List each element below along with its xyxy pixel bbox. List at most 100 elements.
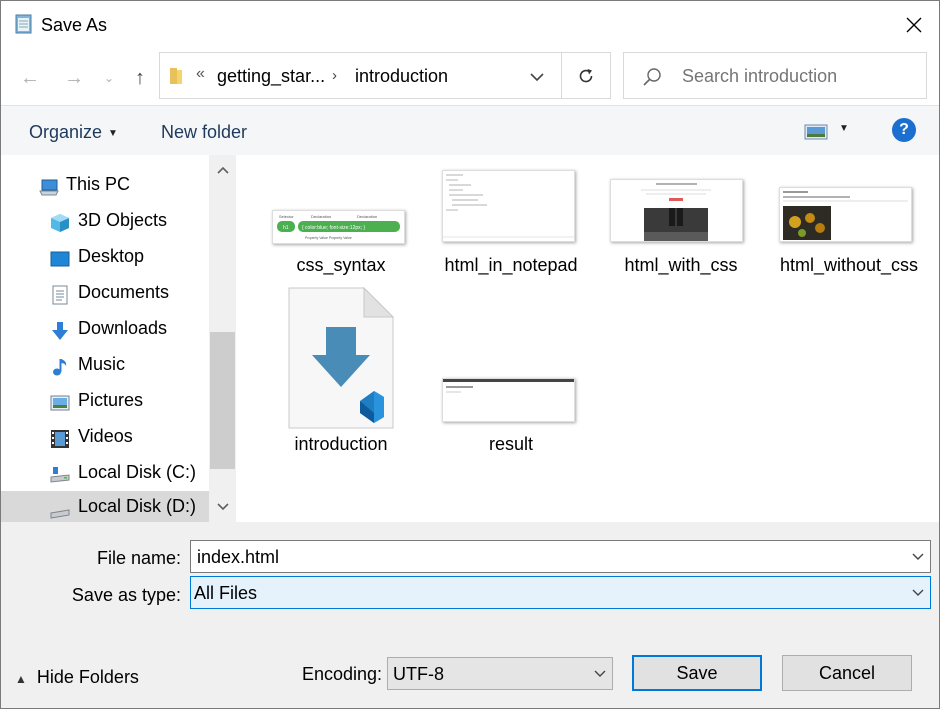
scrollbar-thumb[interactable] [210,332,235,469]
svg-text:h1: h1 [283,225,289,231]
svg-text:Property Value Prope: Property Value Property Value [305,236,352,240]
hide-folders-label: Hide Folders [36,667,139,687]
svg-text:Selector: Selector [279,214,294,219]
caret-up-icon: ▲ [15,672,27,686]
view-options-caret-icon[interactable]: ▼ [839,123,849,134]
sidebar-item-label: Desktop [78,246,145,266]
sidebar-item-label: This PC [66,174,131,194]
vscode-file-icon [288,287,394,429]
breadcrumb-separator-icon[interactable]: › [332,67,337,84]
css-syntax-thumbnail: Selector Declaration Declaration h1 { co… [272,210,405,244]
disk-icon [50,509,70,519]
chevron-down-icon [530,72,544,81]
encoding-label: Encoding: [302,664,383,684]
file-name-label: File name: [96,548,181,568]
close-icon [906,17,922,33]
chevron-down-icon[interactable] [912,548,924,564]
sidebar-item-videos[interactable]: Videos [1,421,209,455]
file-item-html-in-notepad[interactable]: html_in_notepad [431,155,591,285]
view-options-icon[interactable] [804,124,828,140]
title-bar: Save As [1,1,939,49]
hide-folders-button[interactable]: ▲ Hide Folders [15,667,139,688]
organize-button[interactable]: Organize ▼ [29,122,118,143]
download-icon [52,322,68,340]
svg-text:{ color:blue; font-size:12px;: { color:blue; font-size:12px; } [302,225,365,231]
sidebar-item-label: Videos [78,426,133,446]
search-input[interactable] [682,66,912,87]
help-icon[interactable]: ? [892,118,916,142]
address-bar[interactable]: « getting_star... › introduction [159,52,611,99]
file-item-html-with-css[interactable]: html_with_css [601,155,761,285]
save-type-label: Save as type: [71,585,181,605]
command-bar: Organize ▼ New folder ▼ ? [1,105,939,155]
save-type-select[interactable]: All Files [190,576,931,609]
sidebar-item-desktop[interactable]: Desktop [1,241,209,275]
sidebar-item-3d-objects[interactable]: 3D Objects [1,205,209,239]
sidebar-item-pictures[interactable]: Pictures [1,385,209,419]
close-button[interactable] [889,1,939,49]
documents-icon [52,285,68,305]
sidebar-item-this-pc[interactable]: This PC [1,169,209,203]
file-name-field[interactable]: index.html [190,540,931,573]
breadcrumb-introduction[interactable]: introduction [355,66,448,87]
sidebar-item-local-disk-d[interactable]: Local Disk (D:) [1,491,209,522]
refresh-button[interactable] [562,53,610,98]
file-item-html-without-css[interactable]: html_without_css [769,155,929,285]
new-folder-label: New folder [161,122,248,142]
navigation-bar: ← → ⌄ ↑ « getting_star... › introduction [1,49,939,105]
file-name: introduction [294,434,388,454]
music-icon [53,359,67,376]
address-overflow[interactable]: « [196,65,205,83]
sidebar-item-label: Documents [78,282,170,302]
back-arrow-icon: ← [20,66,40,89]
file-item-introduction[interactable]: introduction [261,285,421,455]
sidebar-item-label: Downloads [78,318,168,338]
forward-button[interactable]: → [59,63,89,93]
file-name: html_without_css [779,255,919,275]
forward-arrow-icon: → [64,66,84,89]
file-list: Selector Declaration Declaration h1 { co… [236,155,939,522]
cube-icon [51,214,69,232]
up-button[interactable]: ↑ [125,63,155,93]
result-thumbnail [442,378,575,422]
notepad-icon [15,14,32,34]
navigation-scrollbar[interactable] [209,155,236,522]
scroll-down-icon[interactable] [209,492,236,522]
save-button[interactable]: Save [632,655,762,691]
sidebar-item-label: 3D Objects [78,210,168,230]
save-type-value: All Files [194,583,258,603]
back-button[interactable]: ← [15,63,45,93]
navigation-pane: This PC 3D Objects Desktop Documents Dow… [1,155,236,522]
new-folder-button[interactable]: New folder [161,122,247,143]
html-without-css-thumbnail [779,187,912,242]
html-with-css-thumbnail [610,179,743,242]
sidebar-item-label: Local Disk (C:) [78,462,197,482]
file-item-result[interactable]: result [431,285,591,455]
chevron-down-icon [912,589,924,596]
pictures-icon [50,395,70,411]
file-name-value[interactable]: index.html [197,547,279,568]
sidebar-item-documents[interactable]: Documents [1,277,209,311]
html-in-notepad-thumbnail [442,170,575,242]
recent-locations-button[interactable]: ⌄ [95,63,123,93]
sidebar-item-local-disk-c[interactable]: Local Disk (C:) [1,457,209,491]
cancel-button[interactable]: Cancel [782,655,912,691]
sidebar-item-label: Local Disk (D:) [78,496,197,516]
scroll-up-icon[interactable] [209,155,236,185]
chevron-down-icon: ⌄ [103,71,115,85]
sidebar-item-downloads[interactable]: Downloads [1,313,209,347]
search-box[interactable] [623,52,927,99]
sidebar-item-label: Music [78,354,126,374]
search-icon [643,68,661,86]
file-item-css-syntax[interactable]: Selector Declaration Declaration h1 { co… [261,155,421,285]
sidebar-item-music[interactable]: Music [1,349,209,383]
breadcrumb-getting-started[interactable]: getting_star... [217,66,325,87]
disk-icon [50,467,70,483]
sidebar-item-label: Pictures [78,390,144,410]
organize-label: Organize [29,122,103,142]
encoding-select[interactable]: UTF-8 [387,657,613,690]
address-dropdown-button[interactable] [522,62,552,92]
file-name: html_with_css [624,255,738,275]
chevron-down-icon [594,670,606,677]
save-as-dialog: Save As ← → ⌄ ↑ « getting_star... › intr… [0,0,940,709]
